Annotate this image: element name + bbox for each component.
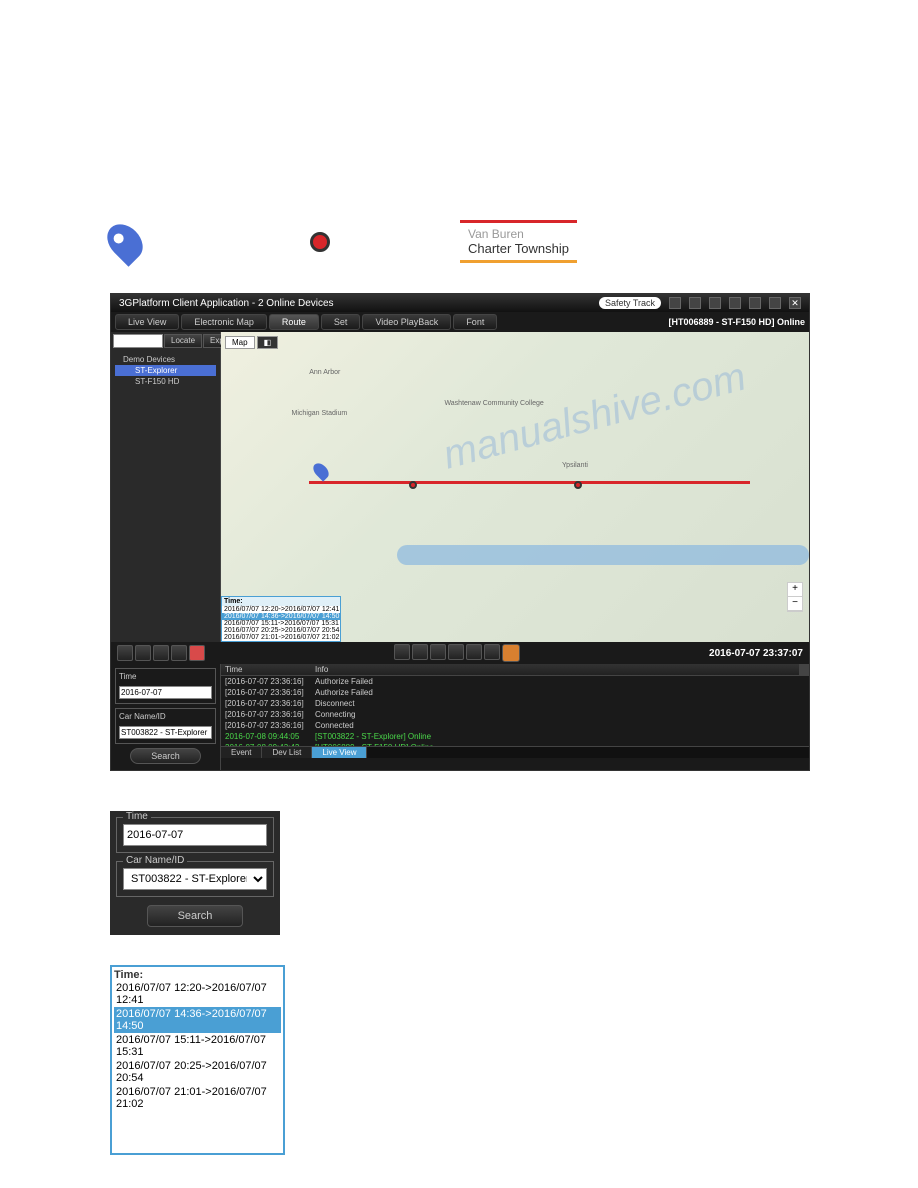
time-segment[interactable]: 2016/07/07 21:01->2016/07/07 21:02 [222, 634, 340, 641]
search-panel-detail: Time Car Name/ID ST003822 - ST-Explorer … [110, 811, 280, 935]
search-button-detail[interactable]: Search [147, 905, 244, 927]
titlebar: 3GPlatform Client Application - 2 Online… [111, 294, 809, 312]
time-segment-row[interactable]: 2016/07/07 12:20->2016/07/07 12:41 [114, 981, 281, 1007]
tool-button[interactable] [394, 644, 410, 660]
rewind-button[interactable] [484, 644, 500, 660]
clock: 2016-07-07 23:37:07 [709, 648, 803, 659]
play-button[interactable] [502, 644, 520, 662]
bottom-panel: Time Car Name/ID Search Time Info [2016-… [111, 664, 809, 770]
tool-button[interactable] [117, 645, 133, 661]
car-field-group: Car Name/ID [115, 708, 216, 744]
car-select[interactable] [119, 726, 212, 739]
map-area[interactable]: Map ◧ Ann Arbor Ypsilanti Michigan Stadi… [221, 332, 809, 642]
zoom-out-button[interactable]: − [788, 597, 802, 611]
sidebar-search-input[interactable] [113, 334, 163, 348]
close-icon[interactable]: ✕ [789, 297, 801, 309]
tree-device-f150[interactable]: ST-F150 HD [115, 376, 216, 387]
log-row: [2016-07-07 23:36:16]Authorize Failed [221, 676, 809, 687]
tool-button[interactable] [430, 644, 446, 660]
map-start-pin-icon [310, 461, 331, 482]
log-tab-liveview[interactable]: Live View [312, 747, 367, 758]
map-river [397, 545, 809, 565]
tool-button[interactable] [171, 645, 187, 661]
log-row: [2016-07-07 23:36:16]Authorize Failed [221, 687, 809, 698]
app-title: 3GPlatform Client Application - 2 Online… [119, 298, 334, 309]
time-segment[interactable]: 2016/07/07 12:20->2016/07/07 12:41 [222, 606, 340, 613]
time-segment-row[interactable]: 2016/07/07 15:11->2016/07/07 15:31 [114, 1033, 281, 1059]
tool-button[interactable] [189, 645, 205, 661]
tab-videoplayback[interactable]: Video PlayBack [362, 314, 451, 330]
map-pin-icon [110, 222, 140, 262]
township-label-sample: Van Buren Charter Township [460, 220, 577, 263]
time-segment-row[interactable]: 2016/07/07 20:25->2016/07/07 20:54 [114, 1059, 281, 1085]
sidebar: Locate Expand Demo Devices ST-Explorer S… [111, 332, 221, 642]
route-line [309, 481, 750, 484]
log-header-time: Time [221, 664, 311, 675]
icon-examples-row: Van Buren Charter Township [110, 220, 808, 263]
window-button[interactable] [709, 297, 721, 309]
log-tab-event[interactable]: Event [221, 747, 262, 758]
device-status: [HT006889 - ST-F150 HD] Online [668, 317, 805, 327]
map-type-button[interactable]: Map [225, 336, 255, 349]
route-point-icon [409, 481, 417, 489]
time-input[interactable] [119, 686, 212, 699]
time-popup-header: Time: [222, 597, 340, 606]
safety-badge: Safety Track [599, 297, 661, 309]
app-window: 3GPlatform Client Application - 2 Online… [110, 293, 810, 771]
device-tree: Demo Devices ST-Explorer ST-F150 HD [111, 350, 220, 391]
log-header-info: Info [311, 664, 799, 675]
zoom-control: + − [787, 582, 803, 612]
main-tabs: Live View Electronic Map Route Set Video… [111, 312, 809, 332]
tree-root[interactable]: Demo Devices [115, 354, 216, 365]
tab-set[interactable]: Set [321, 314, 361, 330]
time-segments-popup: Time: 2016/07/07 12:20->2016/07/07 12:41… [221, 596, 341, 642]
time-segment-row[interactable]: 2016/07/07 21:01->2016/07/07 21:02 [114, 1085, 281, 1111]
tool-button[interactable] [448, 644, 464, 660]
window-button[interactable] [729, 297, 741, 309]
tab-route[interactable]: Route [269, 314, 319, 330]
tool-button[interactable] [412, 644, 428, 660]
tree-device-explorer[interactable]: ST-Explorer [115, 365, 216, 376]
car-select-detail[interactable]: ST003822 - ST-Explorer [123, 868, 267, 890]
time-list-header: Time: [114, 969, 281, 981]
playback-toolbar: 2016-07-07 23:37:07 [111, 642, 809, 664]
scrollbar[interactable] [799, 664, 809, 675]
map-satellite-button[interactable]: ◧ [257, 336, 279, 349]
time-segment-row[interactable]: 2016/07/07 14:36->2016/07/07 14:50 [114, 1007, 281, 1033]
log-row: [2016-07-07 23:36:16]Connecting [221, 709, 809, 720]
time-input-detail[interactable] [123, 824, 267, 846]
search-button[interactable]: Search [130, 748, 201, 764]
tool-button[interactable] [466, 644, 482, 660]
time-segment[interactable]: 2016/07/07 14:36->2016/07/07 14:50 [222, 613, 340, 620]
log-row: 2016-07-08 09:44:05[ST003822 - ST-Explor… [221, 731, 809, 742]
log-row: [2016-07-07 23:36:16]Disconnect [221, 698, 809, 709]
township-line1: Van Buren [468, 227, 569, 241]
tab-liveview[interactable]: Live View [115, 314, 179, 330]
route-point-icon [170, 232, 330, 252]
log-area: Time Info [2016-07-07 23:36:16]Authorize… [221, 664, 809, 770]
time-segment[interactable]: 2016/07/07 20:25->2016/07/07 20:54 [222, 627, 340, 634]
route-point-icon [574, 481, 582, 489]
tab-electronicmap[interactable]: Electronic Map [181, 314, 267, 330]
tool-button[interactable] [153, 645, 169, 661]
maximize-icon[interactable] [769, 297, 781, 309]
log-row: [2016-07-07 23:36:16]Connected [221, 720, 809, 731]
log-tab-devlist[interactable]: Dev List [262, 747, 312, 758]
tab-font[interactable]: Font [453, 314, 497, 330]
window-button[interactable] [669, 297, 681, 309]
locate-button[interactable]: Locate [164, 334, 202, 348]
zoom-in-button[interactable]: + [788, 583, 802, 597]
minimize-icon[interactable] [749, 297, 761, 309]
watermark: manualshive.com [438, 354, 750, 478]
log-row: 2016-07-08 09:43:42[HT006889 - ST-F150 H… [221, 742, 809, 746]
time-field-group: Time [115, 668, 216, 704]
time-segment[interactable]: 2016/07/07 15:11->2016/07/07 15:31 [222, 620, 340, 627]
tool-button[interactable] [135, 645, 151, 661]
window-button[interactable] [689, 297, 701, 309]
time-segments-detail: Time: 2016/07/07 12:20->2016/07/07 12:41… [110, 965, 285, 1155]
